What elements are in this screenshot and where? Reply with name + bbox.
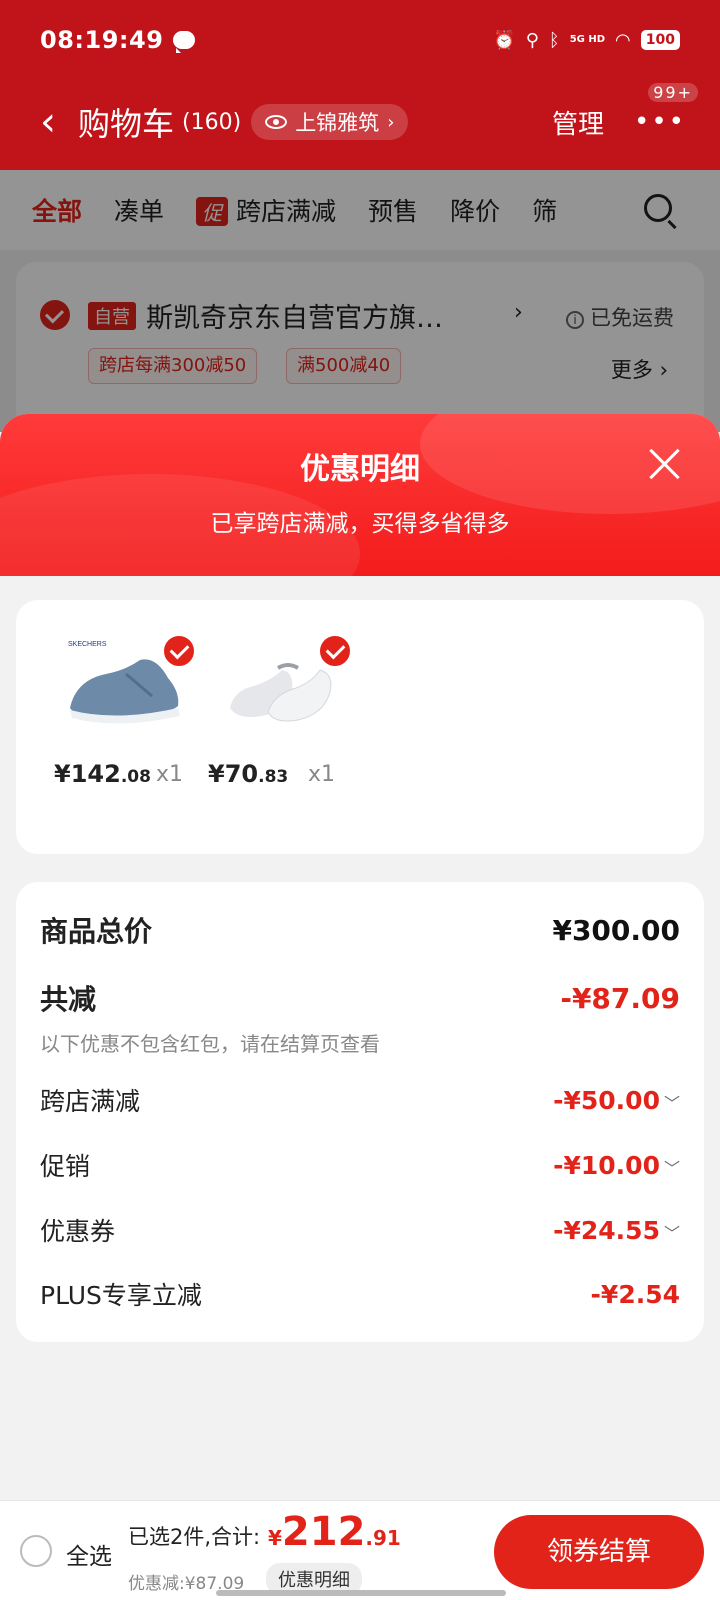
price-dec: .08 xyxy=(120,767,151,787)
price-summary-card: 商品总价 ¥300.00 共减 -¥87.09 以下优惠不包含红包，请在结算页查… xyxy=(16,882,704,1342)
discount-note: 以下优惠不包含红包，请在结算页查看 xyxy=(40,1032,380,1056)
sheet-title: 优惠明细 xyxy=(300,452,420,487)
discount-row-cross-store[interactable]: 跨店满减 -¥50.00 ﹀ xyxy=(40,1082,680,1118)
message-icon xyxy=(173,31,196,53)
total-row: 商品总价 ¥300.00 xyxy=(40,910,680,950)
discount-value: -¥50.00 ﹀ xyxy=(553,1086,680,1115)
discount-detail-sheet: 优惠明细 已享跨店满减，买得多省得多 SKECHERS ¥142.08 x1 ¥… xyxy=(0,414,720,1600)
discount-value: -¥10.00 ﹀ xyxy=(553,1151,680,1180)
status-bar: 08:19:49 ⏰ ⚲ ᛒ 5G HD ◠ 100 xyxy=(40,24,680,56)
discount-label: PLUS专享立减 xyxy=(40,1281,202,1310)
currency: ¥ xyxy=(208,760,225,788)
select-all-radio[interactable] xyxy=(20,1535,52,1567)
network-label: 5G HD xyxy=(569,34,606,45)
item-quantity: x1 xyxy=(156,762,184,787)
status-time: 08:19:49 xyxy=(40,26,164,54)
discount-row-coupon[interactable]: 优惠券 -¥24.55 ﹀ xyxy=(40,1212,680,1248)
total-label: 商品总价 xyxy=(40,915,153,948)
discount-label: 跨店满减 xyxy=(40,1087,141,1116)
sheet-header: 优惠明细 已享跨店满减，买得多省得多 xyxy=(0,414,720,576)
discount-amount: -¥10.00 xyxy=(553,1150,660,1180)
selected-goods-card: SKECHERS ¥142.08 x1 ¥70.83 x1 xyxy=(16,600,704,854)
discount-amount: -¥2.54 xyxy=(590,1279,680,1309)
discount-amount: -¥50.00 xyxy=(553,1085,660,1115)
amount-dec: .91 xyxy=(365,1526,401,1550)
discount-label: 优惠券 xyxy=(40,1217,116,1246)
discount-label: 促销 xyxy=(40,1152,91,1181)
chevron-down-icon: ﹀ xyxy=(663,1093,680,1113)
manage-button[interactable]: 管理 xyxy=(552,104,604,141)
price-dec: .83 xyxy=(258,767,289,787)
total-amount: ¥212.91 xyxy=(268,1509,401,1555)
status-icons: ⏰ ⚲ ᛒ 5G HD ◠ 100 xyxy=(493,30,680,51)
alarm-icon: ⏰ xyxy=(493,29,516,51)
overlay-dim[interactable] xyxy=(0,170,720,432)
location-selector[interactable]: 上锦雅筑 › xyxy=(251,104,409,140)
home-indicator[interactable] xyxy=(216,1590,506,1596)
price-int: 70 xyxy=(224,760,259,788)
sheet-subtitle: 已享跨店满减，买得多省得多 xyxy=(210,511,510,537)
selected-summary: 已选2件,合计: xyxy=(128,1525,261,1549)
eye-icon xyxy=(265,115,288,129)
back-arrow-icon[interactable]: ‹ xyxy=(40,102,56,142)
currency: ¥ xyxy=(268,1526,282,1550)
discount-total-label: 共减 xyxy=(40,983,97,1016)
item-quantity: x1 xyxy=(308,762,336,787)
discount-row-promotion[interactable]: 促销 -¥10.00 ﹀ xyxy=(40,1147,680,1183)
battery-indicator: 100 xyxy=(640,30,680,50)
item-check-icon xyxy=(318,634,352,668)
svg-text:SKECHERS: SKECHERS xyxy=(68,641,107,648)
discount-total-value: -¥87.09 xyxy=(560,981,680,1015)
total-value: ¥300.00 xyxy=(552,913,680,947)
price-int: 142 xyxy=(70,760,121,788)
wifi-icon: ◠ xyxy=(615,29,631,51)
bluetooth-icon: ᛒ xyxy=(548,29,560,51)
item-price: ¥142.08 xyxy=(54,760,151,788)
item-check-icon xyxy=(162,634,196,668)
more-badge: 99+ xyxy=(648,83,698,102)
app-header: 08:19:49 ⏰ ⚲ ᛒ 5G HD ◠ 100 ‹ 购物车 (160) 上… xyxy=(0,0,720,170)
close-icon[interactable] xyxy=(648,446,682,480)
discount-row-plus: PLUS专享立减 -¥2.54 xyxy=(40,1276,680,1312)
chevron-down-icon: ﹀ xyxy=(663,1223,680,1243)
checkout-button[interactable]: 领券结算 xyxy=(494,1515,704,1589)
page-title: 购物车 xyxy=(78,105,175,143)
chevron-right-icon: › xyxy=(387,111,395,133)
item-price: ¥70.83 xyxy=(208,760,288,788)
select-all-label[interactable]: 全选 xyxy=(66,1537,112,1571)
location-label: 上锦雅筑 xyxy=(295,111,380,135)
chevron-down-icon: ﹀ xyxy=(663,1158,680,1178)
location-icon: ⚲ xyxy=(525,29,539,51)
discount-total-row: 共减 -¥87.09 xyxy=(40,978,680,1018)
more-dots-icon: ••• xyxy=(633,107,686,137)
discount-amount: -¥24.55 xyxy=(553,1215,660,1245)
more-menu-button[interactable]: ••• 99+ xyxy=(633,83,698,137)
cart-count: (160) xyxy=(182,109,242,135)
currency: ¥ xyxy=(54,760,71,788)
discount-value: -¥24.55 ﹀ xyxy=(553,1216,680,1245)
amount-int: 212 xyxy=(281,1509,366,1555)
checkout-bar: 全选 已选2件,合计: ¥212.91 优惠减:¥87.09 优惠明细 领券结算 xyxy=(0,1500,720,1600)
cart-header: ‹ 购物车 (160) 上锦雅筑 › 管理 ••• 99+ xyxy=(0,83,720,152)
